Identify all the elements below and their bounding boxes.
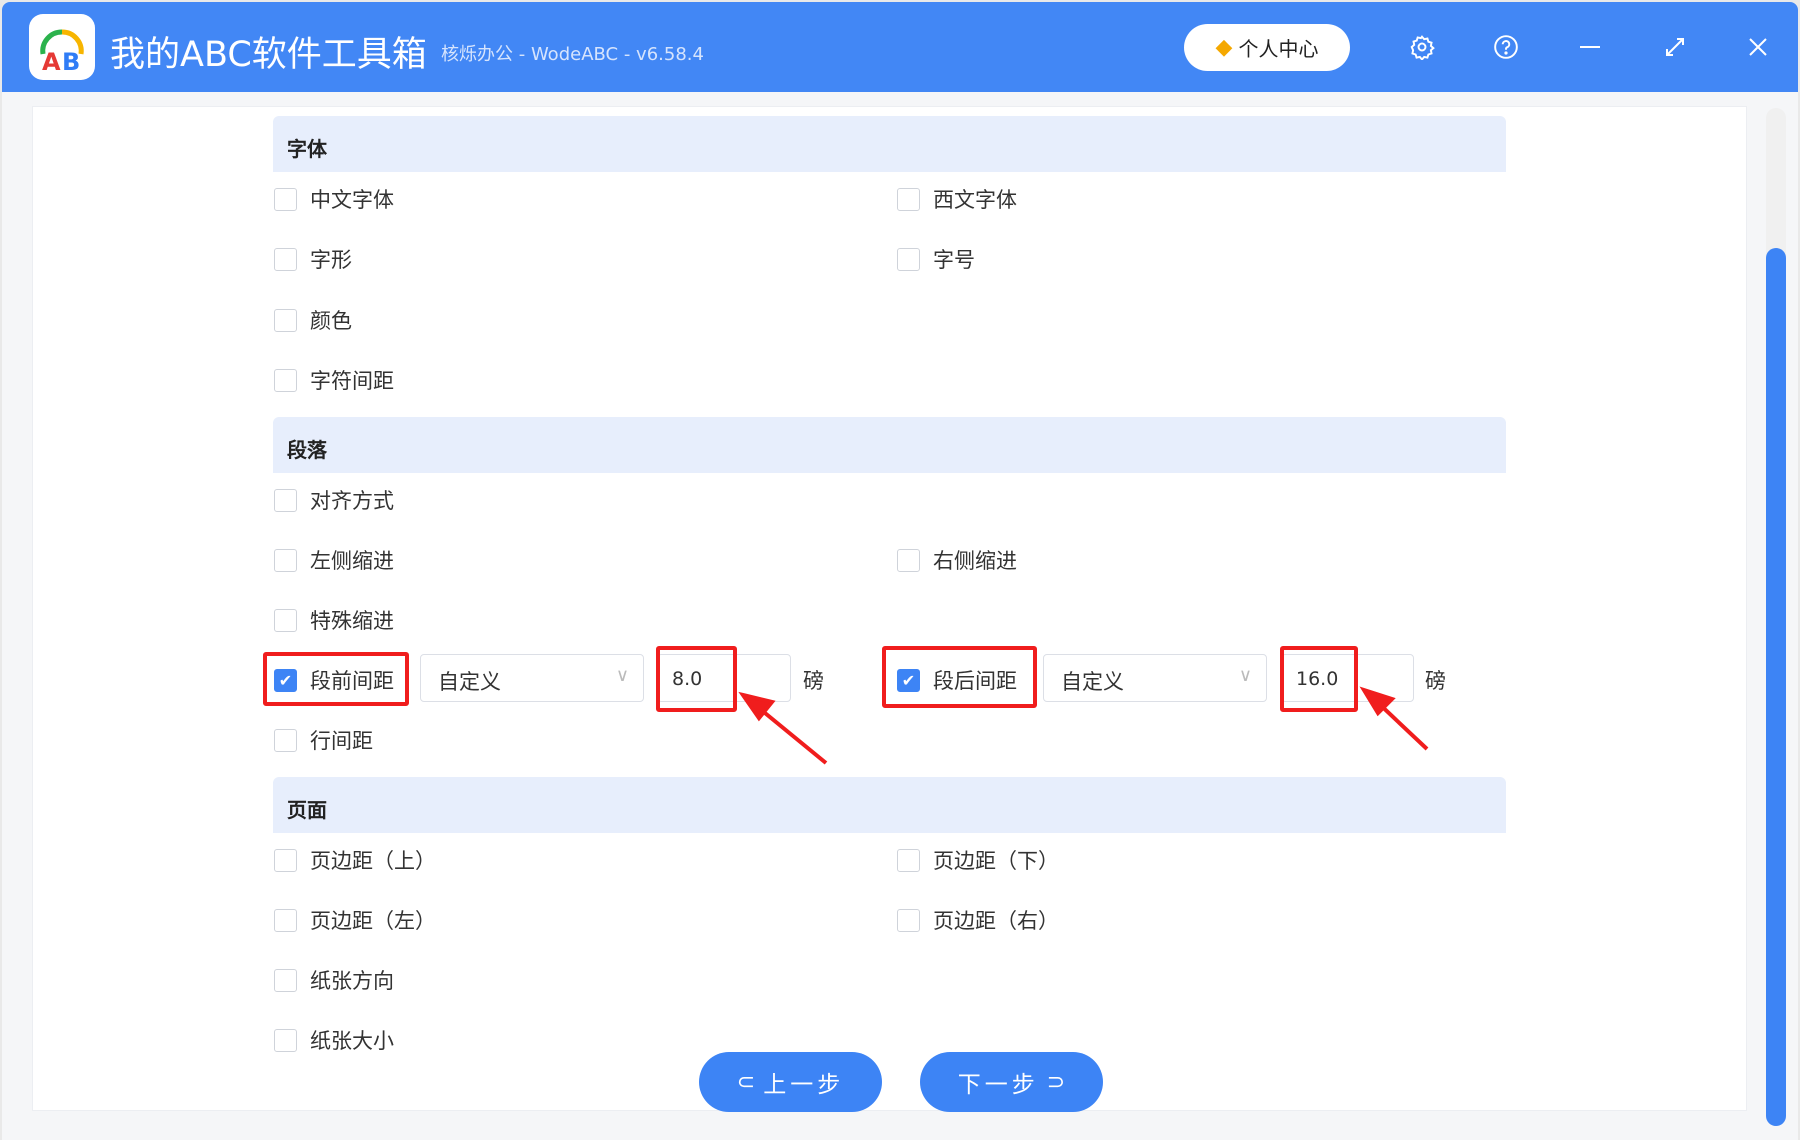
checkbox-label: 行间距 xyxy=(310,725,373,755)
app-window: AB 我的ABC软件工具箱 核烁办公 - WodeABC - v6.58.4 ◆… xyxy=(2,2,1798,1140)
checkbox-label: 页边距（右） xyxy=(933,905,1059,935)
checkbox-margin-top[interactable]: 页边距（上） xyxy=(274,845,436,875)
scrollbar[interactable] xyxy=(1766,108,1786,1126)
arrow-icon xyxy=(1364,690,1427,749)
checkbox-box[interactable] xyxy=(897,909,920,932)
checkbox-margin-left[interactable]: 页边距（左） xyxy=(274,905,436,935)
checkbox-box[interactable] xyxy=(274,1029,297,1052)
button-label: 上一步 xyxy=(763,1065,844,1099)
checkbox-box[interactable] xyxy=(274,909,297,932)
section-page-header: 页面 xyxy=(273,777,1506,833)
checkbox-box[interactable] xyxy=(274,849,297,872)
checkbox-label: 页边距（上） xyxy=(310,845,436,875)
chevron-right-circle-icon: ⊃ xyxy=(1047,1070,1065,1095)
next-step-button[interactable]: 下一步 ⊃ xyxy=(920,1052,1103,1112)
checkbox-label: 页边距（下） xyxy=(933,845,1059,875)
checkbox-line-spacing[interactable]: 行间距 xyxy=(274,725,373,755)
checkbox-label: 纸张方向 xyxy=(310,965,394,995)
checkbox-box[interactable] xyxy=(897,849,920,872)
prev-step-button[interactable]: ⊂ 上一步 xyxy=(699,1052,882,1112)
checkbox-paper-size[interactable]: 纸张大小 xyxy=(274,1025,394,1055)
button-label: 下一步 xyxy=(958,1065,1039,1099)
arrow-icon xyxy=(743,695,826,763)
checkbox-label: 纸张大小 xyxy=(310,1025,394,1055)
checkbox-orientation[interactable]: 纸张方向 xyxy=(274,965,394,995)
scrollbar-thumb[interactable] xyxy=(1766,248,1786,1126)
checkbox-margin-right[interactable]: 页边距（右） xyxy=(897,905,1059,935)
checkbox-box[interactable] xyxy=(274,729,297,752)
annotation-arrows xyxy=(2,2,1798,1140)
checkbox-box[interactable] xyxy=(274,969,297,992)
chevron-left-circle-icon: ⊂ xyxy=(737,1070,755,1095)
checkbox-label: 页边距（左） xyxy=(310,905,436,935)
checkbox-margin-bottom[interactable]: 页边距（下） xyxy=(897,845,1059,875)
